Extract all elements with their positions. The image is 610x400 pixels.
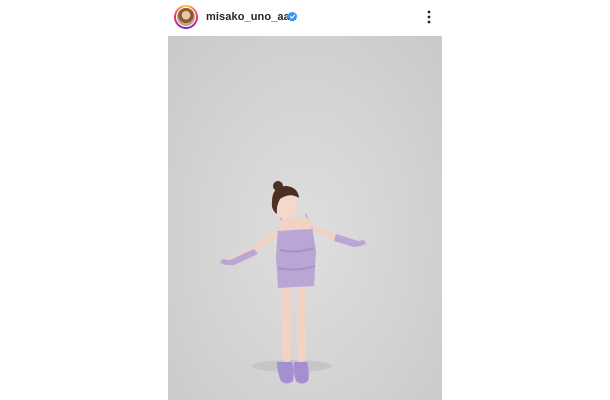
left-shoe bbox=[277, 362, 294, 384]
avatar[interactable] bbox=[176, 7, 196, 27]
hair-bun bbox=[273, 181, 283, 191]
dress bbox=[276, 226, 316, 288]
left-leg bbox=[282, 287, 291, 362]
left-glove bbox=[220, 249, 258, 265]
verified-badge-icon bbox=[287, 11, 298, 22]
instagram-post: misako_uno_aaa bbox=[0, 0, 610, 400]
more-options-icon[interactable] bbox=[423, 9, 435, 25]
username-link[interactable]: misako_uno_aaa bbox=[206, 11, 296, 23]
post-photo[interactable] bbox=[168, 36, 442, 400]
photo-illustration bbox=[220, 181, 366, 384]
right-glove bbox=[334, 234, 366, 247]
right-leg bbox=[297, 287, 306, 362]
left-arm bbox=[227, 230, 283, 263]
avatar-story-ring[interactable] bbox=[174, 5, 198, 29]
shoulders bbox=[278, 216, 312, 231]
right-shoe bbox=[293, 362, 309, 384]
post-header: misako_uno_aaa bbox=[168, 0, 442, 36]
